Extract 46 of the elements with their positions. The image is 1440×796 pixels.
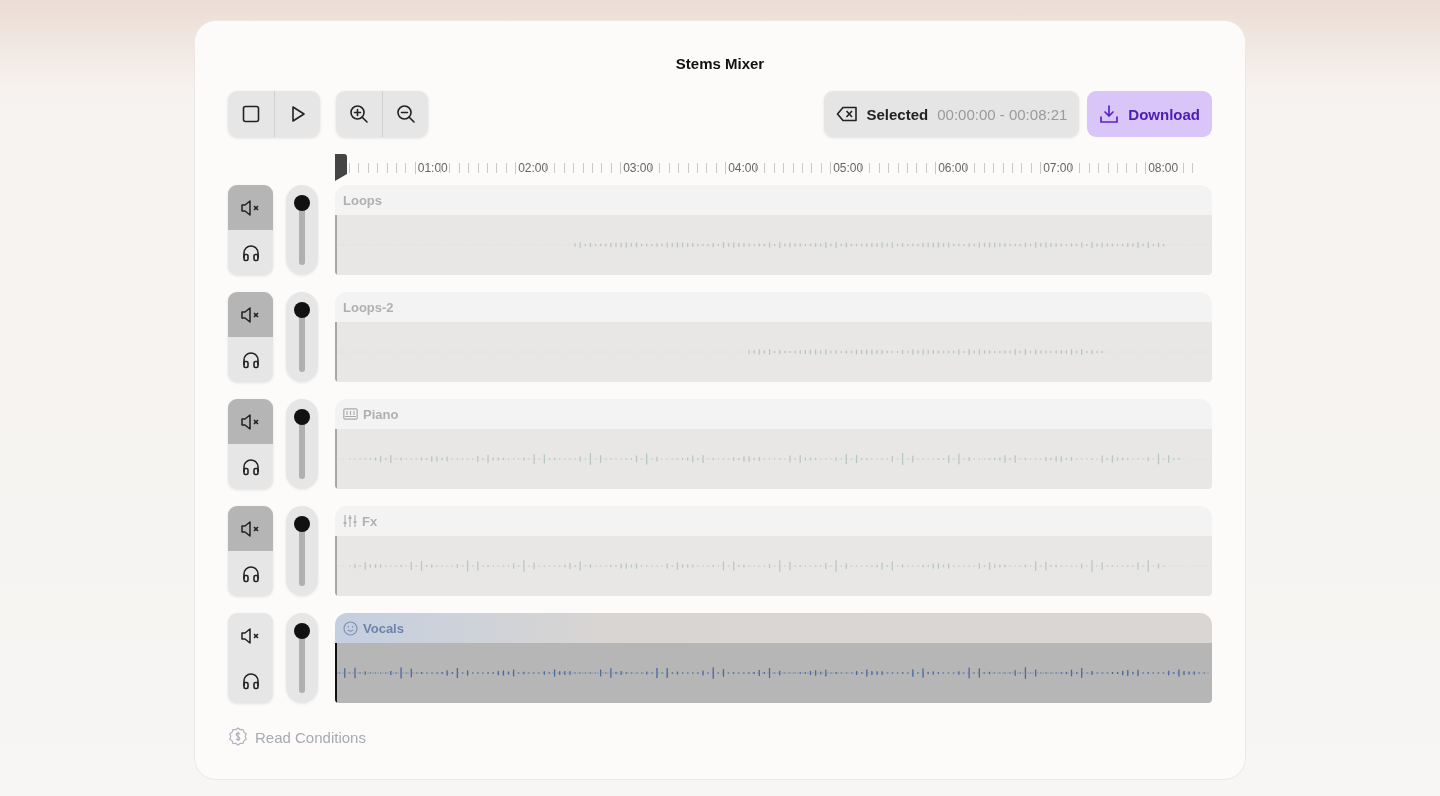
sliders-icon: [343, 514, 357, 528]
smiley-icon: [343, 620, 358, 636]
volume-thumb[interactable]: [294, 409, 310, 425]
read-conditions-link[interactable]: Read Conditions: [255, 728, 366, 746]
keyboard-icon: [343, 408, 358, 420]
mute-button[interactable]: [228, 399, 273, 444]
download-icon: [1099, 104, 1120, 124]
volume-thumb[interactable]: [294, 302, 310, 318]
track-name: Piano: [363, 406, 399, 422]
stop-icon: [241, 104, 261, 124]
track-name: Vocals: [363, 620, 404, 636]
mute-button[interactable]: [228, 185, 273, 230]
volume-slider[interactable]: [286, 506, 318, 596]
headphones-icon: [240, 670, 261, 691]
track-name: Loops: [343, 192, 382, 208]
selection-range: 00:00:00 - 00:08:21: [937, 105, 1068, 123]
volume-slider[interactable]: [286, 613, 318, 703]
dollar-badge-icon: [228, 727, 248, 747]
track-name: Fx: [362, 513, 378, 529]
track-name: Loops-2: [343, 299, 394, 315]
volume-slider[interactable]: [286, 292, 318, 382]
timeline-ruler[interactable]: 01:00 02:00 03:00 04:00 05:00 06:00 07:00 08:00: [335, 154, 1212, 182]
headphones-icon: [240, 456, 261, 477]
playhead-handle[interactable]: [335, 154, 347, 181]
headphones-icon: [240, 242, 261, 263]
mute-button[interactable]: [228, 506, 273, 551]
headphones-icon: [240, 563, 261, 584]
headphones-icon: [240, 349, 261, 370]
speaker-muted-icon: [239, 626, 262, 645]
speaker-muted-icon: [239, 198, 262, 217]
time-label: 08:00: [1145, 162, 1179, 174]
volume-thumb[interactable]: [294, 195, 310, 211]
speaker-muted-icon: [239, 519, 262, 538]
mute-button[interactable]: [228, 292, 273, 337]
speaker-muted-icon: [239, 412, 262, 431]
download-button[interactable]: Download: [1087, 91, 1212, 137]
volume-thumb[interactable]: [294, 516, 310, 532]
volume-slider[interactable]: [286, 185, 318, 275]
clear-selection-button[interactable]: Selected 00:00:00 - 00:08:21: [823, 91, 1080, 137]
window-title: Stems Mixer: [674, 54, 766, 74]
volume-slider[interactable]: [286, 399, 318, 489]
zoom-out-icon: [394, 103, 417, 125]
volume-thumb[interactable]: [294, 623, 310, 639]
speaker-muted-icon: [239, 305, 262, 324]
backspace-icon: [835, 106, 858, 122]
zoom-in-icon: [348, 103, 370, 125]
